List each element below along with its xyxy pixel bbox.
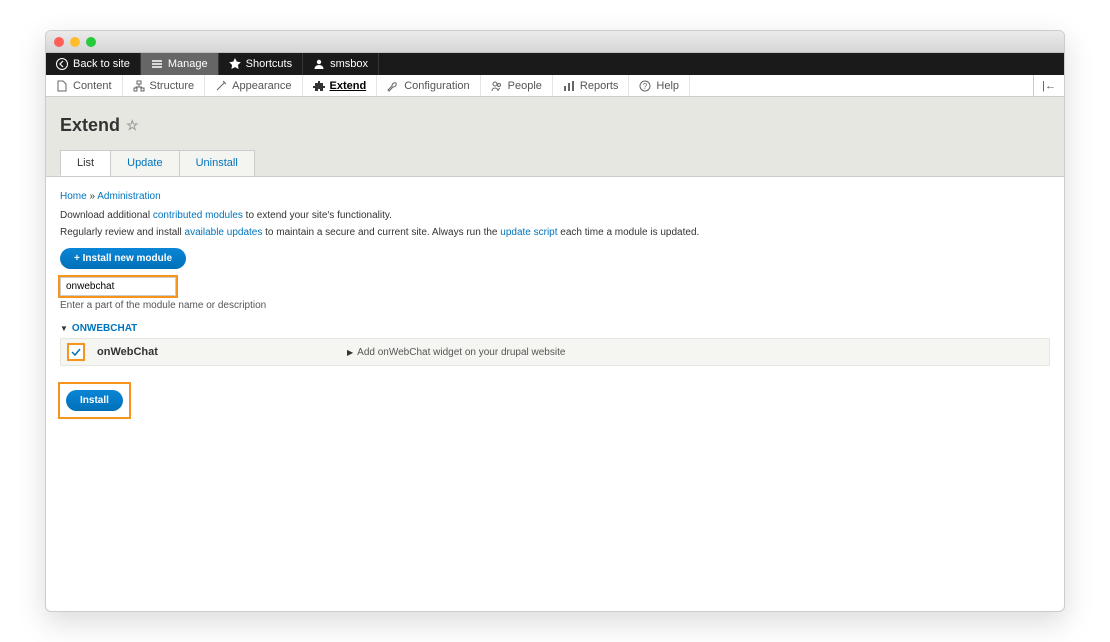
- module-description-toggle[interactable]: ▶ Add onWebChat widget on your drupal we…: [347, 347, 565, 358]
- module-row: onWebChat ▶ Add onWebChat widget on your…: [60, 338, 1050, 366]
- bar-chart-icon: [563, 80, 575, 92]
- admin-toolbar: Back to site Manage Shortcuts smsbox: [46, 53, 1064, 75]
- hierarchy-icon: [133, 80, 145, 92]
- tab-uninstall-label: Uninstall: [196, 157, 238, 169]
- menu-content-label: Content: [73, 80, 112, 92]
- tab-list-label: List: [77, 157, 94, 169]
- manage-label: Manage: [168, 58, 208, 70]
- tab-uninstall[interactable]: Uninstall: [179, 150, 255, 176]
- menu-structure[interactable]: Structure: [123, 75, 206, 96]
- window-titlebar: [46, 31, 1064, 53]
- menu-extend-label: Extend: [330, 80, 367, 92]
- menu-configuration[interactable]: Configuration: [377, 75, 480, 96]
- page-header: Extend ☆ List Update Uninstall: [46, 97, 1064, 177]
- description-line-2: Regularly review and install available u…: [60, 227, 1050, 238]
- module-group-toggle[interactable]: ▼ ONWEBCHAT: [60, 323, 1050, 334]
- breadcrumb-administration[interactable]: Administration: [97, 191, 160, 202]
- toolbar-orientation-label: |←: [1042, 80, 1056, 92]
- user-menu[interactable]: smsbox: [303, 53, 379, 75]
- module-description: Add onWebChat widget on your drupal webs…: [357, 347, 565, 358]
- manage-toggle[interactable]: Manage: [141, 53, 219, 75]
- install-button-highlight: Install: [60, 384, 129, 417]
- hamburger-icon: [151, 58, 163, 70]
- menu-extend[interactable]: Extend: [303, 75, 378, 96]
- page-title: Extend: [60, 115, 120, 136]
- menu-appearance[interactable]: Appearance: [205, 75, 302, 96]
- back-arrow-icon: [56, 58, 68, 70]
- breadcrumb: Home » Administration: [60, 191, 1050, 202]
- toolbar-orientation-toggle[interactable]: |←: [1033, 75, 1064, 96]
- module-enable-checkbox[interactable]: [69, 345, 83, 359]
- wand-icon: [215, 80, 227, 92]
- menu-appearance-label: Appearance: [232, 80, 291, 92]
- back-to-site-label: Back to site: [73, 58, 130, 70]
- svg-text:?: ?: [643, 82, 648, 91]
- menu-content[interactable]: Content: [46, 75, 123, 96]
- contributed-modules-link[interactable]: contributed modules: [153, 210, 243, 221]
- triangle-right-icon: ▶: [347, 348, 353, 357]
- shortcuts-link[interactable]: Shortcuts: [219, 53, 303, 75]
- menu-reports-label: Reports: [580, 80, 619, 92]
- shortcuts-label: Shortcuts: [246, 58, 292, 70]
- puzzle-icon: [313, 80, 325, 92]
- admin-menu-bar: Content Structure Appearance Extend Conf…: [46, 75, 1064, 97]
- description-line-1: Download additional contributed modules …: [60, 210, 1050, 221]
- install-button[interactable]: Install: [66, 390, 123, 411]
- browser-window: Back to site Manage Shortcuts smsbox Con…: [45, 30, 1065, 612]
- module-name: onWebChat: [97, 346, 347, 358]
- wrench-icon: [387, 80, 399, 92]
- menu-reports[interactable]: Reports: [553, 75, 630, 96]
- install-new-module-button[interactable]: + Install new module: [60, 248, 186, 269]
- breadcrumb-sep: »: [87, 191, 98, 202]
- menu-people-label: People: [508, 80, 542, 92]
- module-group-label: ONWEBCHAT: [72, 323, 137, 334]
- menu-people[interactable]: People: [481, 75, 553, 96]
- menu-help[interactable]: ? Help: [629, 75, 690, 96]
- tab-update[interactable]: Update: [110, 150, 179, 176]
- checkmark-icon: [70, 346, 82, 358]
- tab-update-label: Update: [127, 157, 162, 169]
- maximize-window-button[interactable]: [86, 37, 96, 47]
- menu-configuration-label: Configuration: [404, 80, 469, 92]
- update-script-link[interactable]: update script: [500, 227, 557, 238]
- people-icon: [491, 80, 503, 92]
- breadcrumb-home[interactable]: Home: [60, 191, 87, 202]
- close-window-button[interactable]: [54, 37, 64, 47]
- star-icon: [229, 58, 241, 70]
- tab-list[interactable]: List: [60, 150, 111, 176]
- user-label: smsbox: [330, 58, 368, 70]
- favorite-star-icon[interactable]: ☆: [126, 117, 139, 134]
- user-icon: [313, 58, 325, 70]
- primary-tabs: List Update Uninstall: [60, 150, 1050, 177]
- document-icon: [56, 80, 68, 92]
- menu-help-label: Help: [656, 80, 679, 92]
- available-updates-link[interactable]: available updates: [185, 227, 263, 238]
- triangle-down-icon: ▼: [60, 324, 68, 333]
- minimize-window-button[interactable]: [70, 37, 80, 47]
- back-to-site-link[interactable]: Back to site: [46, 53, 141, 75]
- content-region: Home » Administration Download additiona…: [46, 177, 1064, 611]
- module-filter-input[interactable]: [60, 277, 176, 296]
- menu-structure-label: Structure: [150, 80, 195, 92]
- search-help-text: Enter a part of the module name or descr…: [60, 300, 1050, 311]
- help-icon: ?: [639, 80, 651, 92]
